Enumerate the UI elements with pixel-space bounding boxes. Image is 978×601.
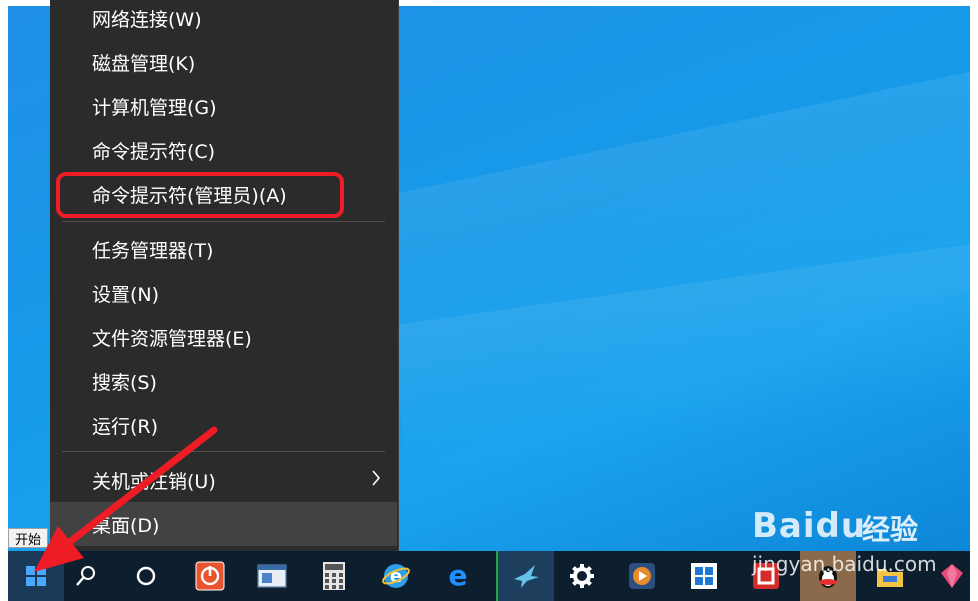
bird-app-icon (514, 565, 539, 588)
menu-item-label: 命令提示符(C) (92, 140, 216, 163)
gear-icon (570, 564, 594, 588)
menu-item-label: 计算机管理(G) (92, 96, 217, 119)
chevron-right-icon (372, 470, 381, 486)
menu-item-settings[interactable]: 设置(N) (50, 271, 397, 315)
menu-separator (62, 451, 385, 452)
calculator-icon (323, 562, 345, 590)
menu-item-task-manager[interactable]: 任务管理器(T) (50, 227, 397, 271)
menu-item-disk-management[interactable]: 磁盘管理(K) (50, 40, 397, 84)
menu-item-label: 文件资源管理器(E) (92, 327, 252, 350)
menu-separator (62, 221, 385, 222)
menu-item-run[interactable]: 运行(R) (50, 403, 397, 447)
start-button[interactable] (8, 551, 64, 601)
edge-browser-icon: e (449, 561, 468, 591)
menu-item-label: 任务管理器(T) (92, 239, 214, 262)
taskbar-app-store[interactable] (676, 551, 732, 601)
cortana-circle-icon (136, 566, 156, 586)
taskbar-app-edge[interactable]: e (430, 551, 486, 601)
menu-item-shutdown-signout[interactable]: 关机或注销(U) (50, 458, 397, 502)
taskbar-app-power[interactable] (182, 551, 238, 601)
taskbar-app-bird[interactable] (498, 551, 554, 601)
window-app-icon (257, 564, 287, 588)
taskbar-app-media[interactable] (614, 551, 670, 601)
menu-item-label: 运行(R) (92, 415, 159, 438)
menu-item-desktop[interactable]: 桌面(D) (50, 502, 397, 546)
menu-item-command-prompt[interactable]: 命令提示符(C) (50, 128, 397, 172)
store-icon (691, 563, 717, 589)
menu-item-computer-management[interactable]: 计算机管理(G) (50, 84, 397, 128)
taskbar-app-window[interactable] (244, 551, 300, 601)
highlight-box (56, 172, 344, 218)
menu-item-label: 桌面(D) (92, 514, 160, 537)
menu-item-label: 网络连接(W) (92, 8, 202, 31)
windows-logo-icon (26, 566, 46, 586)
taskbar-app-settings[interactable] (554, 551, 610, 601)
search-icon (76, 566, 95, 586)
power-app-icon (195, 561, 225, 591)
menu-item-network-connections[interactable]: 网络连接(W) (50, 0, 397, 40)
menu-item-label: 关机或注销(U) (92, 470, 216, 493)
tooltip-label: 开始 (14, 532, 41, 548)
watermark-brand: Baidu (752, 506, 867, 546)
internet-explorer-icon: e (382, 564, 410, 588)
watermark-cn: 经验 (862, 513, 919, 546)
menu-item-file-explorer[interactable]: 文件资源管理器(E) (50, 315, 397, 359)
taskbar-app-calculator[interactable] (306, 551, 362, 601)
svg-text:e: e (449, 561, 468, 591)
start-tooltip: 开始 (8, 528, 48, 548)
watermark-url: jingyan.baidu.com (752, 552, 937, 576)
baidu-jingyan-watermark: Baidu 经验 jingyan.baidu.com (752, 496, 970, 596)
media-player-icon (629, 563, 655, 589)
menu-item-label: 设置(N) (92, 283, 160, 306)
menu-item-label: 搜索(S) (92, 371, 157, 394)
winx-context-menu: 网络连接(W) 磁盘管理(K) 计算机管理(G) 命令提示符(C) 命令提示符(… (50, 0, 399, 553)
menu-item-search[interactable]: 搜索(S) (50, 359, 397, 403)
task-view-button[interactable] (118, 551, 174, 601)
search-button[interactable] (58, 551, 114, 601)
menu-item-label: 磁盘管理(K) (92, 52, 196, 75)
taskbar-app-ie[interactable]: e (368, 551, 424, 601)
